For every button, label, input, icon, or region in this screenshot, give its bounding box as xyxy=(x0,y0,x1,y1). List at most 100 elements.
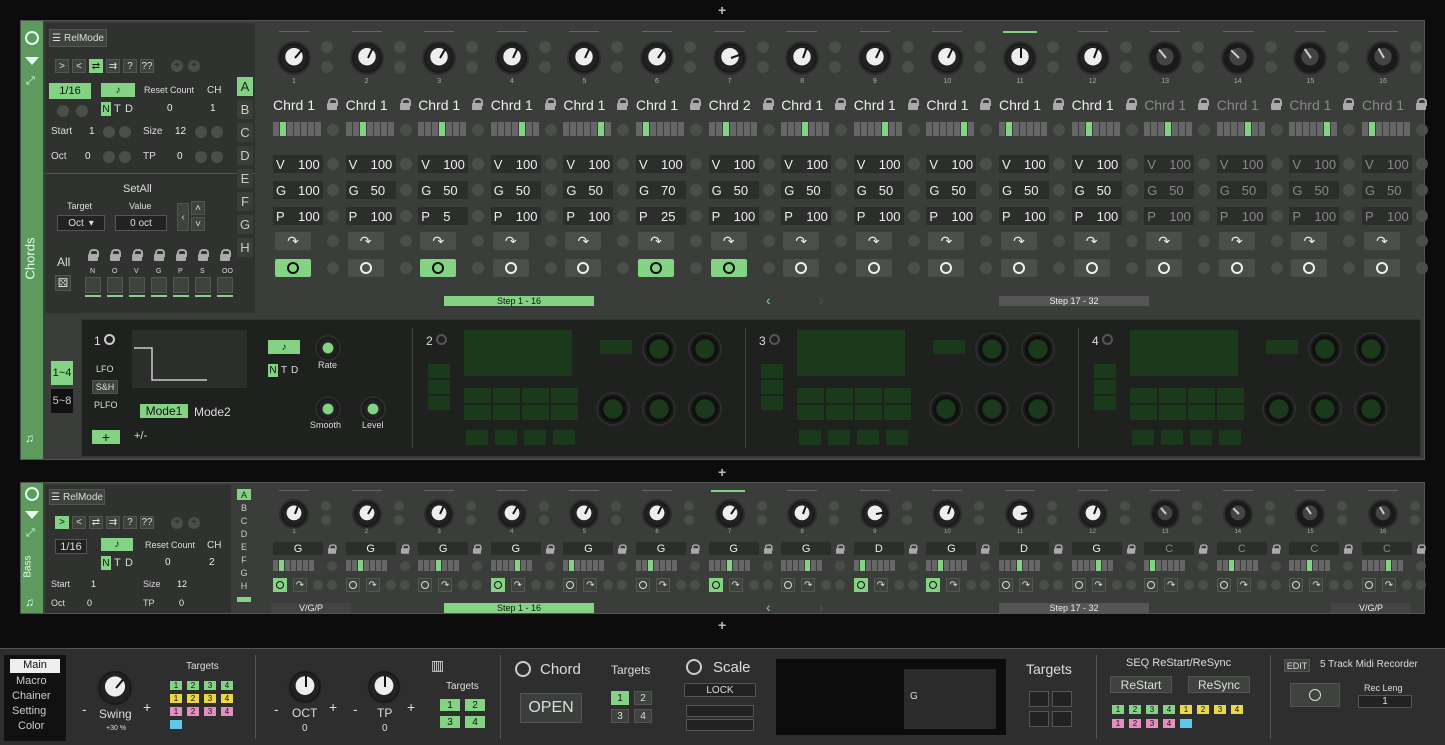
curve-button[interactable]: ↷ xyxy=(1019,578,1033,592)
swing-minus-icon[interactable]: - xyxy=(82,701,87,717)
step-bars[interactable] xyxy=(563,122,612,136)
step-minus-icon[interactable] xyxy=(756,515,767,525)
step-plus-icon[interactable] xyxy=(684,41,696,53)
oct-minus-icon[interactable] xyxy=(103,151,115,163)
step-knob[interactable] xyxy=(279,43,309,73)
lock-icon[interactable] xyxy=(198,249,209,261)
step-plus-icon[interactable] xyxy=(1039,580,1049,590)
resync-button[interactable]: ReSync xyxy=(1188,676,1250,693)
random2-button[interactable]: ?? xyxy=(140,516,154,529)
step-power-button[interactable] xyxy=(855,259,892,277)
step-plus-icon[interactable] xyxy=(835,184,848,196)
note-field[interactable]: G xyxy=(926,542,977,555)
mod-cell[interactable] xyxy=(495,430,517,445)
lock-icon[interactable] xyxy=(132,249,143,261)
oct-minus-icon[interactable]: - xyxy=(274,701,279,717)
chord-target-3[interactable]: 3 xyxy=(611,709,629,723)
step-g-field[interactable]: G 50 xyxy=(926,181,977,199)
plus-icon[interactable] xyxy=(76,105,88,117)
tp-value[interactable]: 0 xyxy=(179,598,184,608)
step-plus-icon[interactable] xyxy=(1047,41,1059,53)
step-knob[interactable] xyxy=(1077,43,1108,73)
step-knob[interactable] xyxy=(1222,43,1253,73)
seq-target-box[interactable]: 3 xyxy=(1146,719,1158,728)
step-power-button[interactable] xyxy=(1071,578,1086,592)
step-plus-icon[interactable] xyxy=(1125,580,1136,590)
step-power-button[interactable] xyxy=(1291,259,1328,277)
swing-target-box[interactable]: 4 xyxy=(221,681,233,690)
target-2-button[interactable]: 2 xyxy=(465,699,485,711)
step-plus-icon[interactable] xyxy=(385,580,396,590)
step-page-2-button[interactable]: Step 17 - 32 xyxy=(999,603,1149,613)
step-plus-icon[interactable] xyxy=(617,210,630,222)
step-power-button[interactable] xyxy=(490,578,505,592)
step-plus-icon[interactable] xyxy=(1264,41,1277,53)
size-minus-icon[interactable] xyxy=(195,126,207,138)
metronome-icon[interactable]: ♪ xyxy=(101,83,135,97)
chord-power-icon[interactable] xyxy=(515,661,531,677)
step-page-1-button[interactable]: Step 1 - 16 xyxy=(444,603,594,613)
step-minus-icon[interactable] xyxy=(901,61,914,73)
step-plus-icon[interactable] xyxy=(1270,124,1283,136)
curve-button[interactable]: ↷ xyxy=(293,578,307,592)
plfo-button[interactable]: PLFO xyxy=(94,400,118,410)
add-icon[interactable]: + xyxy=(171,517,183,529)
add-track-top-icon[interactable]: + xyxy=(718,2,726,18)
step-plus-icon[interactable] xyxy=(1053,235,1065,247)
mod-knob[interactable] xyxy=(1356,394,1386,424)
step-plus-icon[interactable] xyxy=(611,501,622,511)
step-g-field[interactable]: G 50 xyxy=(563,181,614,199)
mod-cell[interactable] xyxy=(553,430,575,445)
chord-name[interactable]: Chrd 1 xyxy=(491,97,533,113)
lock-icon[interactable] xyxy=(1416,98,1427,110)
scale-target-3[interactable] xyxy=(1029,711,1049,727)
step-knob[interactable] xyxy=(569,43,600,73)
step-plus-icon[interactable] xyxy=(690,561,700,571)
step-plus-icon[interactable] xyxy=(907,124,920,136)
start-value[interactable]: 1 xyxy=(91,579,96,589)
step-plus-icon[interactable] xyxy=(1416,158,1428,170)
chord-name[interactable]: Chrd 1 xyxy=(781,97,823,113)
step-p-field[interactable]: P 100 xyxy=(1144,207,1195,225)
menu-setting[interactable]: Setting xyxy=(12,705,46,717)
vgp-button-left[interactable]: V/G/P xyxy=(271,603,351,613)
step-plus-icon[interactable] xyxy=(1343,184,1356,196)
step-plus-icon[interactable] xyxy=(472,262,485,274)
step-plus-icon[interactable] xyxy=(1125,561,1136,571)
oct-knob[interactable] xyxy=(289,671,321,703)
step-minus-icon[interactable] xyxy=(829,515,840,525)
ch-value[interactable]: 2 xyxy=(209,557,215,568)
step-plus-icon[interactable] xyxy=(1053,210,1065,222)
step-plus-icon[interactable] xyxy=(980,124,993,136)
swing-target-box[interactable]: 3 xyxy=(204,707,216,716)
step-plus-icon[interactable] xyxy=(1264,501,1275,511)
step-bars[interactable] xyxy=(418,560,460,571)
lock-icon[interactable] xyxy=(835,98,847,110)
step-p-field[interactable]: P 25 xyxy=(636,207,686,225)
step-power-button[interactable] xyxy=(781,578,796,592)
step-plus-icon[interactable] xyxy=(472,158,485,170)
smooth-knob[interactable] xyxy=(317,398,339,420)
step-plus-icon[interactable] xyxy=(1198,262,1211,274)
mod-cell[interactable] xyxy=(493,388,520,403)
step-plus-icon[interactable] xyxy=(762,262,775,274)
curve-button[interactable]: ↷ xyxy=(801,578,816,592)
step-plus-icon[interactable] xyxy=(1198,561,1209,571)
lock-icon[interactable] xyxy=(327,98,338,110)
mod-cell[interactable] xyxy=(1130,405,1157,420)
next-button[interactable]: > xyxy=(55,516,69,529)
chord-name[interactable]: Chrd 1 xyxy=(1072,97,1114,113)
curve-button[interactable]: ↷ xyxy=(1309,578,1324,592)
step-knob[interactable] xyxy=(644,501,670,527)
lock-icon[interactable] xyxy=(980,98,992,110)
piano-icon[interactable]: ▥ xyxy=(431,657,444,674)
d-toggle[interactable]: D xyxy=(125,557,133,569)
mod-cell[interactable] xyxy=(855,405,882,420)
step-knob[interactable] xyxy=(353,501,380,527)
curve-button[interactable]: ↷ xyxy=(1091,578,1106,592)
step-plus-icon[interactable] xyxy=(690,184,702,196)
step-plus-icon[interactable] xyxy=(1198,184,1211,196)
tp-knob[interactable] xyxy=(368,671,400,703)
step-bars[interactable] xyxy=(781,122,830,136)
step-g-field[interactable]: G 50 xyxy=(853,181,904,199)
